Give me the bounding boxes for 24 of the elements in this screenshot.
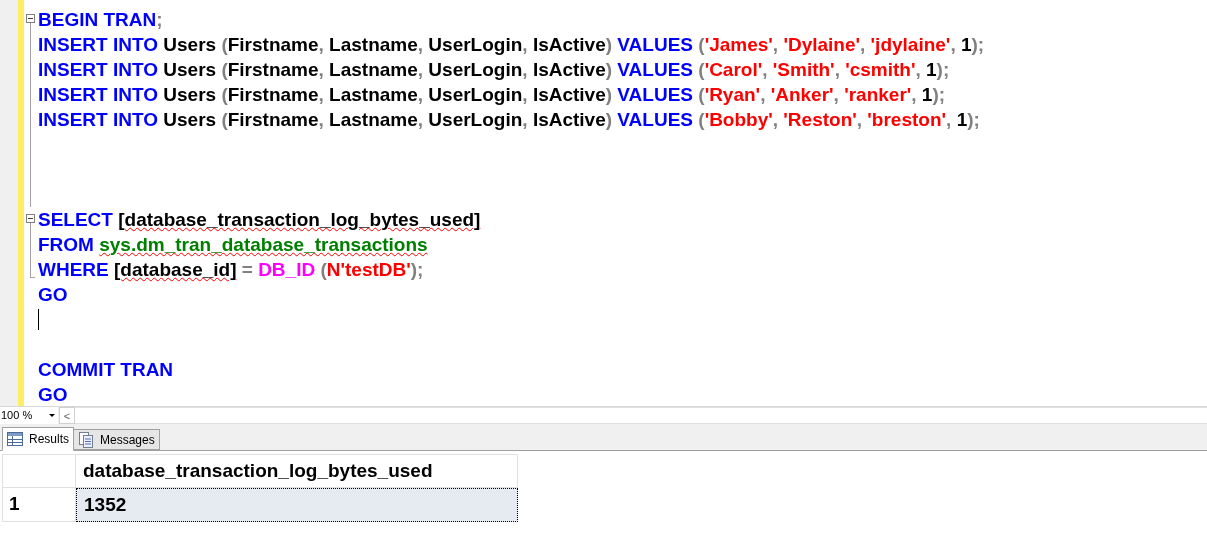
code-line: BEGIN TRAN; bbox=[38, 8, 163, 32]
collapse-icon[interactable] bbox=[26, 214, 35, 223]
dropdown-caret-icon bbox=[49, 414, 55, 417]
code-line: GO bbox=[38, 383, 68, 407]
code-line: INSERT INTO Users (Firstname, Lastname, UserLogin, IsActive) VALUES ('James', 'Dylaine', 'jdylaine', 1); bbox=[38, 33, 985, 57]
code-line: FROM sys.dm_tran_database_transactions bbox=[38, 233, 428, 257]
code-line: SELECT [database_transaction_log_bytes_used] bbox=[38, 208, 481, 232]
result-tab[interactable]: Messages bbox=[74, 429, 160, 450]
code-line: INSERT INTO Users (Firstname, Lastname, UserLogin, IsActive) VALUES ('Carol', 'Smith', 'csmith', 1); bbox=[38, 58, 950, 82]
zoom-dropdown[interactable]: 100 % bbox=[0, 407, 58, 424]
code-line: GO bbox=[38, 283, 68, 307]
column-header: database_transaction_log_bytes_used bbox=[76, 454, 518, 488]
document-icon bbox=[78, 431, 94, 448]
scroll-left-button[interactable]: < bbox=[59, 407, 75, 424]
table-cell: 1352 bbox=[76, 488, 518, 522]
code-line: WHERE [database_id] = DB_ID (N'testDB'); bbox=[38, 258, 424, 282]
code-line: INSERT INTO Users (Firstname, Lastname, UserLogin, IsActive) VALUES ('Bobby', 'Reston', 'breston', 1); bbox=[38, 108, 980, 132]
grid-icon bbox=[7, 432, 23, 446]
text-cursor bbox=[38, 309, 39, 330]
collapse-icon[interactable] bbox=[26, 14, 35, 23]
row-number: 1 bbox=[2, 488, 76, 522]
result-tab[interactable]: Results bbox=[2, 427, 74, 451]
code-line: INSERT INTO Users (Firstname, Lastname, UserLogin, IsActive) VALUES ('Ryan', 'Anker', 'ranker', 1); bbox=[38, 83, 946, 107]
code-line: COMMIT TRAN bbox=[38, 358, 174, 382]
